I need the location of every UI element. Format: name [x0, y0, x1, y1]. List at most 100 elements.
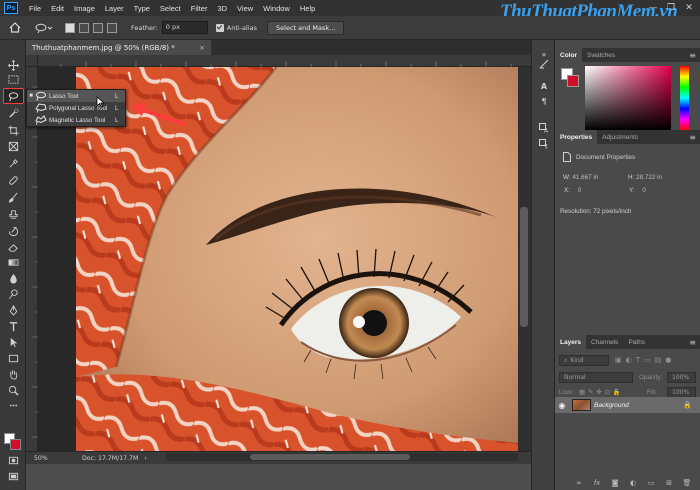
blend-mode-select[interactable]: Normal — [559, 372, 633, 383]
menu-view[interactable]: View — [232, 4, 258, 13]
tab-layers[interactable]: Layers — [555, 335, 586, 349]
polygonal-lasso-tool-option[interactable]: Polygonal Lasso Tool L — [27, 102, 125, 114]
tool-preset-picker[interactable] — [35, 23, 53, 33]
select-and-mask-button[interactable]: Select and Mask... — [267, 20, 345, 35]
menu-3d[interactable]: 3D — [212, 4, 232, 13]
menu-edit[interactable]: Edit — [46, 4, 69, 13]
move-tool-icon[interactable] — [4, 58, 22, 72]
color-picker-field[interactable] — [585, 66, 671, 130]
home-icon[interactable] — [9, 22, 21, 33]
layer-filter-icons[interactable]: ▣◐T▭▤● — [615, 356, 675, 364]
tab-adjustments[interactable]: Adjustments — [597, 130, 643, 144]
color-background-swatch[interactable] — [567, 75, 579, 87]
layer-name[interactable]: Background — [594, 402, 683, 409]
panel-menu-icon[interactable]: ≡ — [689, 335, 696, 349]
feather-input[interactable]: 0 px — [161, 21, 208, 34]
zoom-level[interactable]: 50% — [26, 455, 68, 462]
width-value[interactable]: 41.667 in — [572, 174, 598, 181]
photoshop-window: Ps File Edit Image Layer Type Select Fil… — [0, 0, 700, 490]
tab-properties[interactable]: Properties — [555, 130, 598, 144]
lasso-tool-option[interactable]: ■ Lasso Tool L — [27, 90, 125, 102]
color-panel — [559, 56, 700, 134]
menu-layer[interactable]: Layer — [100, 4, 129, 13]
character-panel-icon[interactable]: A — [538, 80, 550, 92]
frame-tool-icon[interactable] — [4, 139, 22, 153]
delete-layer-icon[interactable]: 🗑 — [682, 478, 692, 488]
new-selection-button[interactable] — [65, 22, 75, 33]
dodge-tool-icon[interactable] — [4, 287, 22, 301]
clone-stamp-tool-icon[interactable] — [4, 207, 22, 221]
quick-selection-tool-icon[interactable] — [4, 106, 22, 120]
path-selection-tool-icon[interactable] — [4, 335, 22, 349]
add-mask-icon[interactable]: ◙ — [610, 478, 620, 488]
menu-window[interactable]: Window — [258, 4, 295, 13]
layer-filter-kind[interactable]: ⌕ Kind — [559, 355, 609, 366]
vertical-scrollbar-thumb[interactable] — [520, 207, 528, 327]
blur-tool-icon[interactable] — [4, 271, 22, 285]
add-to-selection-button[interactable] — [79, 22, 89, 33]
antialias-checkbox[interactable]: Anti-alias — [215, 23, 257, 32]
document-tab[interactable]: Thuthuatphanmem.jpg @ 50% (RGB/8) * × — [26, 40, 212, 55]
maximize-button[interactable]: ❐ — [662, 3, 680, 13]
rectangle-tool-icon[interactable] — [4, 351, 22, 365]
marquee-tool-icon[interactable] — [4, 72, 22, 86]
crop-tool-icon[interactable] — [4, 123, 22, 137]
tab-paths[interactable]: Paths — [623, 335, 650, 349]
healing-brush-tool-icon[interactable] — [4, 173, 22, 187]
y-value[interactable]: 0 — [642, 187, 646, 194]
menu-help[interactable]: Help — [295, 4, 320, 13]
lock-options-icons[interactable]: ▦✎✥⊡🔒 — [579, 388, 624, 396]
background-color-swatch[interactable] — [10, 439, 21, 450]
quick-mask-icon[interactable] — [4, 453, 22, 467]
type-tool-icon[interactable] — [4, 319, 22, 333]
close-tab-icon[interactable]: × — [199, 44, 205, 52]
pen-tool-icon[interactable] — [4, 303, 22, 317]
layer-row-background[interactable]: ◉ Background 🔒 — [555, 397, 700, 413]
zoom-tool-icon[interactable] — [4, 383, 22, 397]
more-tools-icon[interactable] — [4, 398, 22, 412]
horizontal-scrollbar-thumb[interactable] — [250, 454, 410, 460]
layer-visibility-eye-icon[interactable]: ◉ — [555, 401, 569, 410]
document-size-info[interactable]: Doc: 17.7M/17.7M — [68, 455, 138, 462]
paragraph-panel-icon[interactable]: ¶ — [538, 95, 550, 107]
tab-channels[interactable]: Channels — [586, 335, 623, 349]
history-brush-tool-icon[interactable] — [4, 224, 22, 238]
gradient-tool-icon[interactable] — [4, 255, 22, 269]
menu-filter[interactable]: Filter — [186, 4, 213, 13]
polygonal-lasso-icon — [35, 103, 47, 113]
eraser-tool-icon[interactable] — [4, 240, 22, 254]
opacity-input[interactable]: 100% — [667, 372, 696, 383]
hue-slider[interactable] — [680, 66, 689, 130]
subtract-from-selection-button[interactable] — [93, 22, 103, 33]
close-button[interactable]: ✕ — [680, 3, 698, 13]
menu-select[interactable]: Select — [155, 4, 186, 13]
menu-type[interactable]: Type — [129, 4, 155, 13]
x-label: X: — [564, 187, 570, 194]
new-layer-icon[interactable]: ⊞ — [664, 478, 674, 488]
brush-tool-icon[interactable] — [4, 190, 22, 204]
intersect-selection-button[interactable] — [107, 22, 117, 33]
eyedropper-tool-icon[interactable] — [4, 156, 22, 170]
layer-style-icon[interactable]: fx — [592, 478, 602, 488]
height-value[interactable]: 28.722 in — [636, 174, 662, 181]
photoshop-logo: Ps — [4, 2, 18, 14]
lasso-tool-icon[interactable] — [3, 88, 24, 104]
screen-mode-icon[interactable] — [4, 469, 22, 483]
menu-image[interactable]: Image — [69, 4, 100, 13]
panel-menu-icon[interactable]: ≡ — [689, 130, 696, 144]
history-panel-icon[interactable] — [538, 58, 550, 70]
magnetic-lasso-tool-option[interactable]: Magnetic Lasso Tool L — [27, 114, 125, 126]
x-value[interactable]: 0 — [578, 187, 582, 194]
paragraph-styles-panel-icon[interactable]: ¶ — [538, 138, 550, 150]
adjustment-layer-icon[interactable]: ◐ — [628, 478, 638, 488]
new-group-icon[interactable]: ▭ — [646, 478, 656, 488]
link-layers-icon[interactable]: ∞ — [574, 478, 584, 488]
layer-lock-icon[interactable]: 🔒 — [683, 401, 692, 409]
minimize-button[interactable]: — — [644, 3, 662, 13]
status-menu-arrow-icon[interactable]: › — [144, 455, 146, 462]
hand-tool-icon[interactable] — [4, 367, 22, 381]
options-bar: Feather: 0 px Anti-alias Select and Mask… — [0, 16, 700, 40]
ruler-horizontal[interactable] — [26, 55, 531, 67]
menu-file[interactable]: File — [24, 4, 46, 13]
character-styles-panel-icon[interactable]: A — [538, 122, 550, 134]
